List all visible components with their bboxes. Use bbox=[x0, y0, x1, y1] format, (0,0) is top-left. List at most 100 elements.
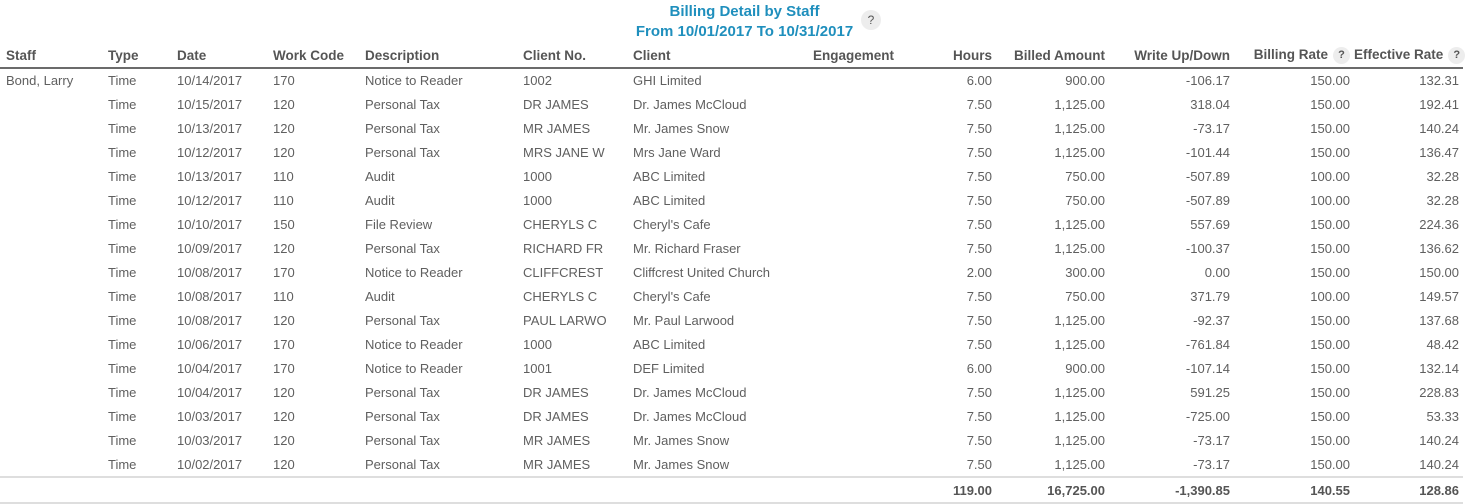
cell-write-up-down: -100.37 bbox=[1185, 240, 1230, 256]
column-header-effective-rate[interactable]: Effective Rate? bbox=[1354, 44, 1466, 69]
cell-billing-rate: 150.00 bbox=[1310, 264, 1350, 280]
cell-client: ABC Limited bbox=[633, 168, 706, 184]
cell-client: Dr. James McCloud bbox=[633, 408, 747, 424]
cell-description: Notice to Reader bbox=[365, 360, 463, 376]
cell-client-no: CLIFFCREST bbox=[523, 264, 604, 280]
cell-billed-amount: 1,125.00 bbox=[1054, 408, 1105, 424]
table-row[interactable]: Time 10/04/2017 170 Notice to Reader 1001 DEF… bbox=[0, 356, 1463, 380]
cell-work-code: 110 bbox=[273, 288, 294, 304]
cell-client-no: PAUL LARWO bbox=[523, 312, 607, 328]
cell-billing-rate: 150.00 bbox=[1310, 73, 1350, 88]
cell-write-up-down: -73.17 bbox=[1193, 432, 1230, 448]
cell-effective-rate: 224.36 bbox=[1419, 216, 1459, 232]
table-row[interactable]: Time 10/13/2017 120 Personal Tax MR JAMES Mr.… bbox=[0, 116, 1463, 140]
table-row[interactable]: Time 10/13/2017 110 Audit 1000 ABC Limited 7.5… bbox=[0, 164, 1463, 188]
cell-hours: 6.00 bbox=[966, 73, 992, 88]
cell-type: Time bbox=[108, 456, 137, 472]
table-row[interactable]: Time 10/02/2017 120 Personal Tax MR JAMES Mr.… bbox=[0, 452, 1463, 477]
cell-write-up-down: -507.89 bbox=[1185, 168, 1230, 184]
cell-client: Mr. Richard Fraser bbox=[633, 240, 741, 256]
cell-hours: 7.50 bbox=[966, 336, 992, 352]
cell-billing-rate: 150.00 bbox=[1310, 432, 1350, 448]
cell-date: 10/12/2017 bbox=[177, 192, 243, 208]
table-row[interactable]: Time 10/09/2017 120 Personal Tax RICHARD FR M… bbox=[0, 236, 1463, 260]
cell-billed-amount: 1,125.00 bbox=[1054, 432, 1105, 448]
cell-description: File Review bbox=[365, 216, 433, 232]
cell-client: Mr. Paul Larwood bbox=[633, 312, 735, 328]
cell-engagement bbox=[807, 116, 919, 140]
cell-client-no: CHERYLS C bbox=[523, 288, 598, 304]
column-header-date[interactable]: Date bbox=[171, 44, 267, 69]
column-header-type[interactable]: Type bbox=[102, 44, 171, 69]
cell-write-up-down: -761.84 bbox=[1185, 336, 1230, 352]
cell-billing-rate: 150.00 bbox=[1310, 384, 1350, 400]
cell-date: 10/08/2017 bbox=[177, 288, 243, 304]
table-row[interactable]: Time 10/08/2017 120 Personal Tax PAUL LARWO M… bbox=[0, 308, 1463, 332]
table-row[interactable]: Time 10/06/2017 170 Notice to Reader 1000 ABC… bbox=[0, 332, 1463, 356]
column-header-client[interactable]: Client bbox=[627, 44, 807, 69]
billing-rate-help-icon[interactable]: ? bbox=[1333, 47, 1350, 64]
column-header-billing-rate[interactable]: Billing Rate? bbox=[1234, 44, 1354, 69]
cell-effective-rate: 136.47 bbox=[1419, 144, 1459, 160]
cell-description: Audit bbox=[365, 168, 395, 184]
cell-work-code: 170 bbox=[273, 360, 295, 376]
cell-staff bbox=[0, 356, 102, 380]
cell-type: Time bbox=[108, 312, 137, 328]
cell-staff bbox=[0, 92, 102, 116]
cell-write-up-down: -92.37 bbox=[1193, 312, 1230, 328]
cell-work-code: 110 bbox=[273, 168, 294, 184]
column-header-engagement[interactable]: Engagement bbox=[807, 44, 919, 69]
total-write-up-down: -1,390.85 bbox=[1109, 476, 1234, 504]
cell-date: 10/09/2017 bbox=[177, 240, 243, 256]
cell-description: Personal Tax bbox=[365, 384, 440, 400]
table-row[interactable]: Time 10/04/2017 120 Personal Tax DR JAMES Dr.… bbox=[0, 380, 1463, 404]
total-effective-rate: 128.86 bbox=[1354, 476, 1463, 504]
cell-staff bbox=[0, 260, 102, 284]
cell-effective-rate: 149.57 bbox=[1419, 288, 1459, 304]
cell-staff bbox=[0, 332, 102, 356]
cell-engagement bbox=[807, 332, 919, 356]
table-row[interactable]: Time 10/12/2017 110 Audit 1000 ABC Limited 7.5… bbox=[0, 188, 1463, 212]
table-row[interactable]: Time 10/15/2017 120 Personal Tax DR JAMES Dr.… bbox=[0, 92, 1463, 116]
total-hours: 119.00 bbox=[919, 476, 996, 504]
cell-client-no: MRS JANE W bbox=[523, 144, 605, 160]
effective-rate-help-icon[interactable]: ? bbox=[1448, 47, 1466, 64]
totals-spacer bbox=[0, 476, 919, 504]
cell-hours: 7.50 bbox=[966, 288, 992, 304]
cell-description: Personal Tax bbox=[365, 96, 440, 112]
table-row[interactable]: Time 10/03/2017 120 Personal Tax MR JAMES Mr.… bbox=[0, 428, 1463, 452]
cell-staff bbox=[0, 236, 102, 260]
cell-client-no: 1000 bbox=[523, 336, 552, 352]
column-header-client-no[interactable]: Client No. bbox=[517, 44, 627, 69]
cell-date: 10/02/2017 bbox=[177, 456, 243, 472]
column-header-description[interactable]: Description bbox=[359, 44, 517, 69]
cell-engagement bbox=[807, 140, 919, 164]
cell-hours: 7.50 bbox=[966, 144, 992, 160]
column-header-hours[interactable]: Hours bbox=[919, 44, 996, 69]
cell-type: Time bbox=[108, 384, 137, 400]
column-header-work-code[interactable]: Work Code bbox=[267, 44, 359, 69]
cell-date: 10/08/2017 bbox=[177, 312, 243, 328]
table-row[interactable]: Bond, Larry Time 10/14/2017 170 Notice to Re… bbox=[0, 68, 1463, 92]
cell-date: 10/04/2017 bbox=[177, 360, 243, 376]
table-row[interactable]: Time 10/08/2017 110 Audit CHERYLS C Cheryl's … bbox=[0, 284, 1463, 308]
table-row[interactable]: Time 10/10/2017 150 File Review CHERYLS C Che… bbox=[0, 212, 1463, 236]
table-row[interactable]: Time 10/03/2017 120 Personal Tax DR JAMES Dr.… bbox=[0, 404, 1463, 428]
column-header-staff[interactable]: Staff bbox=[0, 44, 102, 69]
cell-client: Dr. James McCloud bbox=[633, 96, 747, 112]
table-row[interactable]: Time 10/08/2017 170 Notice to Reader CLIFFCR… bbox=[0, 260, 1463, 284]
cell-date: 10/08/2017 bbox=[177, 264, 243, 280]
report-help-icon[interactable]: ? bbox=[861, 10, 881, 30]
cell-description: Personal Tax bbox=[365, 312, 440, 328]
cell-effective-rate: 132.14 bbox=[1419, 360, 1459, 376]
cell-write-up-down: 591.25 bbox=[1190, 384, 1230, 400]
cell-client-no: DR JAMES bbox=[523, 96, 589, 112]
cell-type: Time bbox=[108, 288, 137, 304]
cell-billing-rate: 100.00 bbox=[1310, 288, 1350, 304]
column-header-billed-amount[interactable]: Billed Amount bbox=[996, 44, 1109, 69]
table-row[interactable]: Time 10/12/2017 120 Personal Tax MRS JANE W M… bbox=[0, 140, 1463, 164]
column-header-write-up-down[interactable]: Write Up/Down bbox=[1109, 44, 1234, 69]
totals-row: 119.00 16,725.00 -1,390.85 140.55 128.86 bbox=[0, 476, 1463, 504]
cell-description: Notice to Reader bbox=[365, 336, 463, 352]
cell-billing-rate: 150.00 bbox=[1310, 408, 1350, 424]
